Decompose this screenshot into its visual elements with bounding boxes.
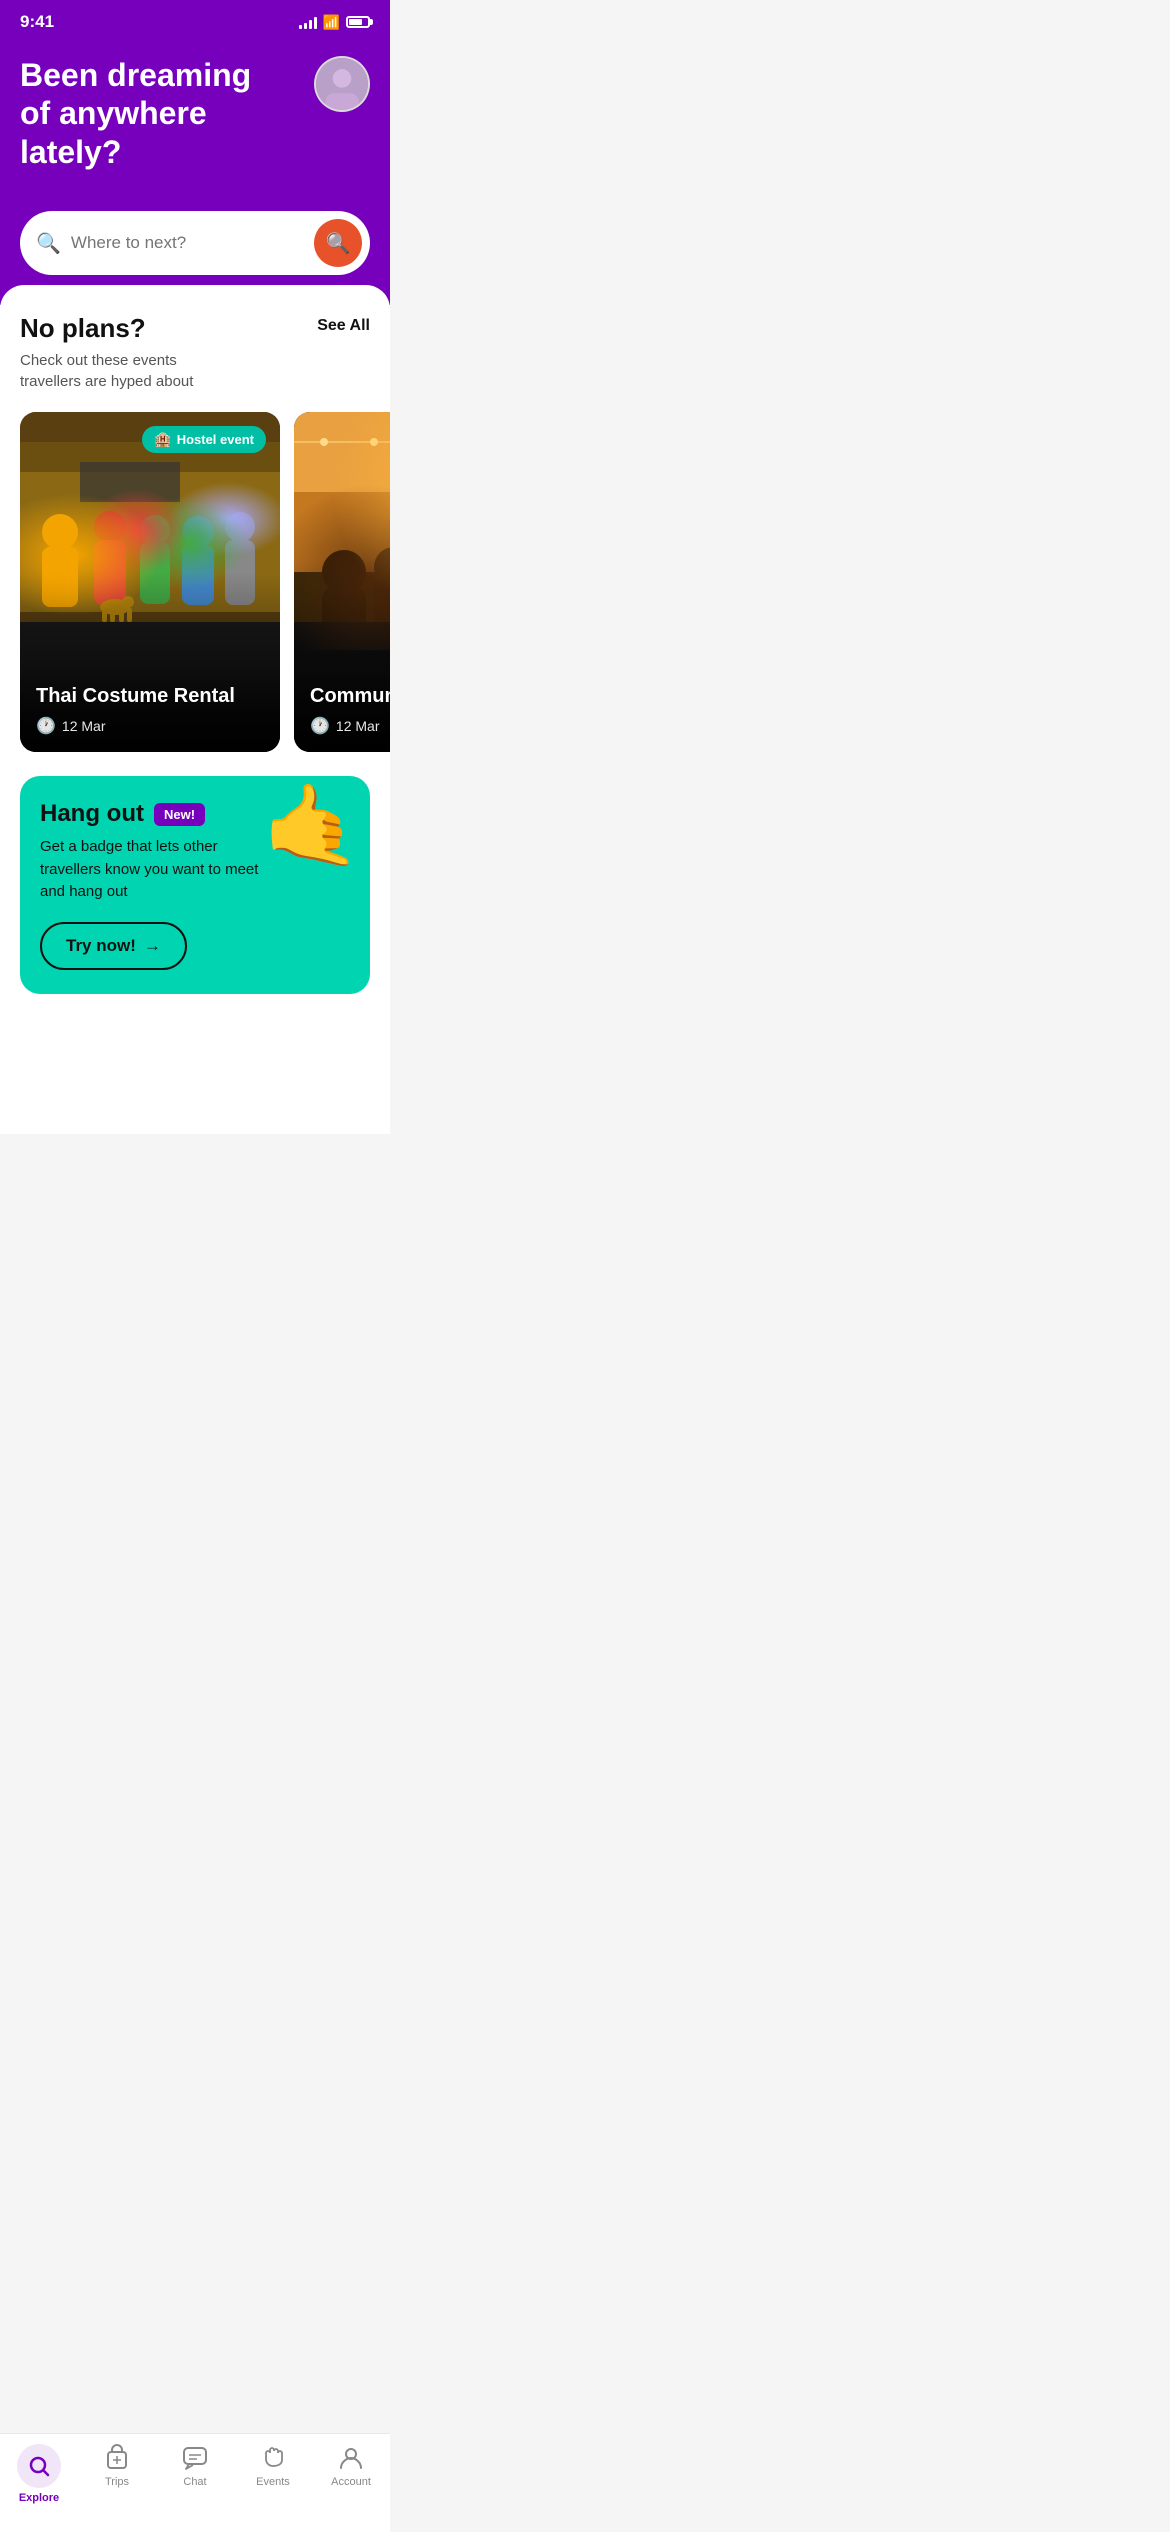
event-card[interactable]: 🏨 Hostel event Thai Costume Rental 🕐 12 …	[20, 412, 280, 752]
event-date: 🕐 12 Mar	[36, 716, 264, 736]
event-card-overlay: Thai Costume Rental 🕐 12 Mar	[20, 669, 280, 752]
see-all-button[interactable]: See All	[317, 313, 370, 335]
trips-label: Trips	[105, 2476, 129, 2488]
avatar[interactable]	[314, 56, 370, 112]
no-plans-title: No plans?	[20, 313, 240, 344]
search-input[interactable]	[71, 233, 304, 253]
event-name-2: Communal Dinn...	[310, 685, 390, 708]
signal-icon	[299, 15, 317, 29]
hangout-banner: Hang out New! Get a badge that lets othe…	[20, 776, 370, 994]
explore-label: Explore	[19, 2492, 59, 2504]
new-badge: New!	[154, 803, 205, 826]
hangout-emoji: 🤙	[262, 786, 362, 866]
event-card-overlay-2: Communal Dinn... 🕐 12 Mar	[294, 669, 390, 752]
nav-item-trips[interactable]: Trips	[87, 2444, 147, 2504]
bottom-nav: Explore Trips Chat Events	[0, 2433, 390, 2532]
event-badge: 🏨 Hostel event	[142, 426, 266, 453]
nav-item-explore[interactable]: Explore	[9, 2444, 69, 2504]
chat-label: Chat	[183, 2476, 206, 2488]
wifi-icon: 📶	[323, 14, 340, 31]
hostel-icon: 🏨	[154, 431, 171, 448]
battery-icon	[346, 16, 370, 28]
try-now-label: Try now!	[66, 936, 136, 956]
explore-icon-bg	[17, 2444, 61, 2488]
search-btn-icon: 🔍	[326, 231, 351, 256]
header-title: Been dreaming of anywhere lately?	[20, 56, 280, 171]
events-scroll: 🏨 Hostel event Thai Costume Rental 🕐 12 …	[0, 412, 390, 752]
avatar-image	[316, 58, 368, 110]
main-content: No plans? Check out these events travell…	[0, 285, 390, 1134]
account-icon	[337, 2444, 365, 2472]
hangout-title: Hang out	[40, 800, 144, 828]
status-bar: 9:41 📶	[0, 0, 390, 40]
search-icon-left: 🔍	[36, 231, 61, 256]
clock-icon-2: 🕐	[310, 716, 330, 736]
status-icons: 📶	[299, 14, 370, 31]
header: Been dreaming of anywhere lately?	[0, 40, 390, 211]
search-bar: 🔍 🔍	[20, 211, 370, 275]
event-date-2: 🕐 12 Mar	[310, 716, 390, 736]
trips-icon	[103, 2444, 131, 2472]
no-plans-subtitle: Check out these events travellers are hy…	[20, 350, 240, 392]
search-button[interactable]: 🔍	[314, 219, 362, 267]
hangout-description: Get a badge that lets other travellers k…	[40, 836, 260, 904]
status-time: 9:41	[20, 12, 54, 32]
event-card[interactable]: 🏨 Communal Dinn... 🕐 12 Mar	[294, 412, 390, 752]
try-now-arrow: →	[144, 936, 161, 956]
event-name: Thai Costume Rental	[36, 685, 264, 708]
explore-icon	[27, 2454, 51, 2478]
nav-item-chat[interactable]: Chat	[165, 2444, 225, 2504]
events-icon	[259, 2444, 287, 2472]
nav-item-events[interactable]: Events	[243, 2444, 303, 2504]
clock-icon: 🕐	[36, 716, 56, 736]
events-label: Events	[256, 2476, 290, 2488]
no-plans-section: No plans? Check out these events travell…	[20, 313, 370, 392]
account-label: Account	[331, 2476, 371, 2488]
no-plans-text: No plans? Check out these events travell…	[20, 313, 240, 392]
nav-item-account[interactable]: Account	[321, 2444, 381, 2504]
chat-icon	[181, 2444, 209, 2472]
try-now-button[interactable]: Try now! →	[40, 922, 187, 970]
